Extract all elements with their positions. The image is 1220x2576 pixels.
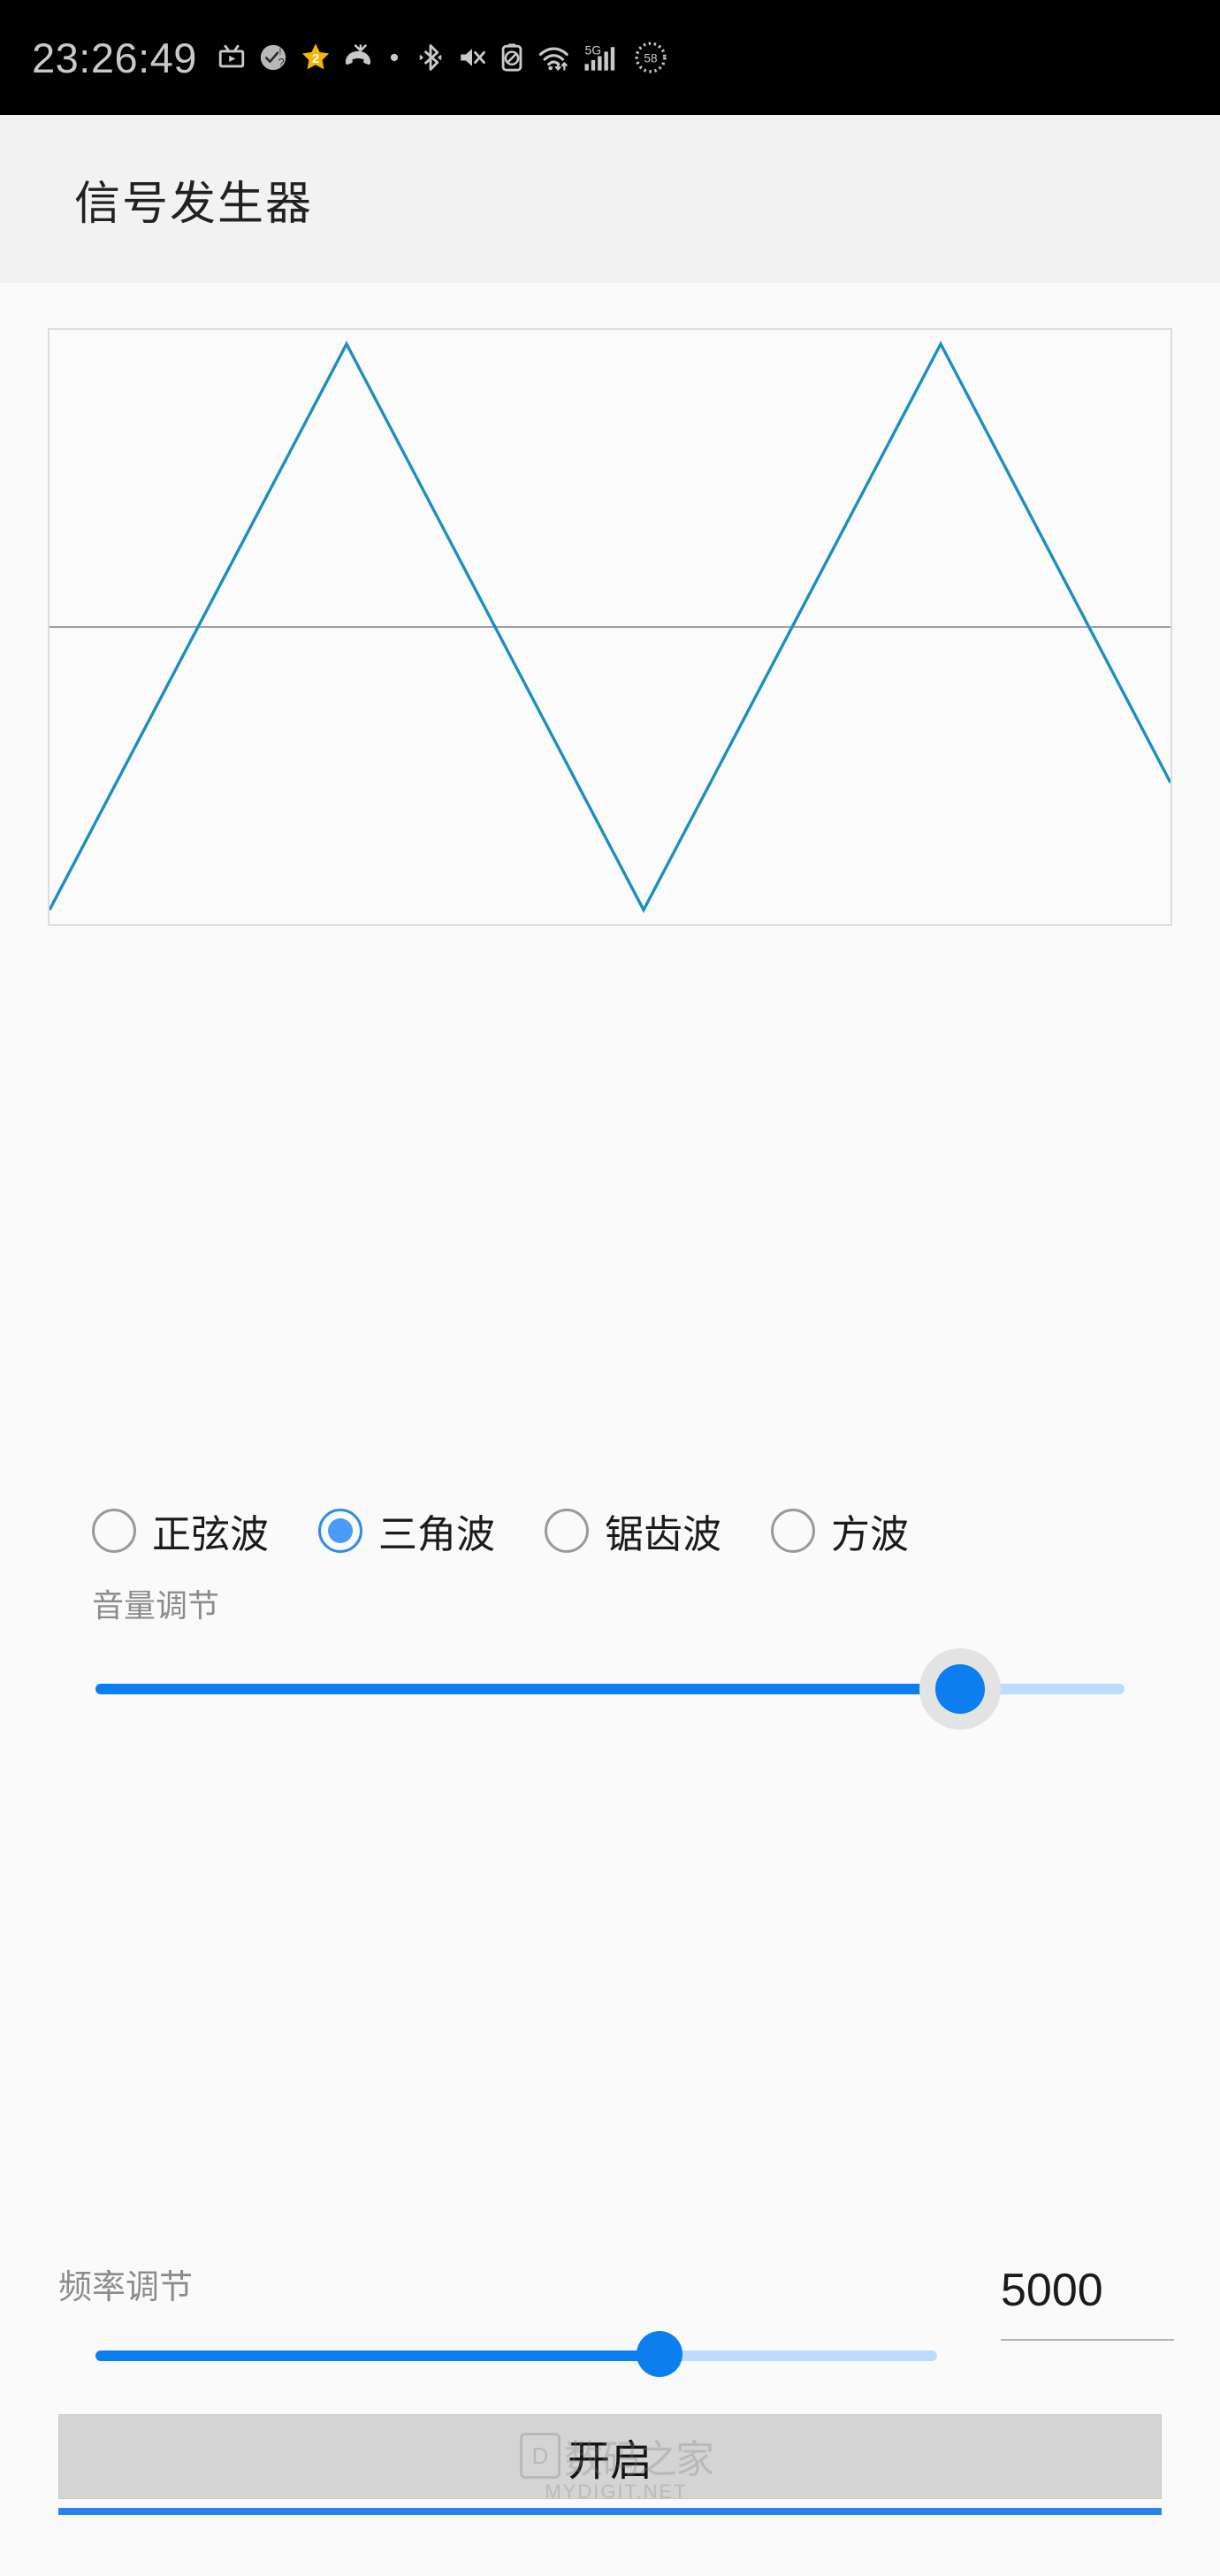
frequency-slider-fill (95, 2351, 660, 2361)
status-bar-icons: ! ? 2 5G 58 (217, 41, 667, 74)
tv-cast-icon (217, 42, 247, 73)
volume-slider[interactable] (0, 1632, 1220, 1747)
signal-5g-icon: 5G (583, 42, 622, 73)
svg-text:58: 58 (644, 52, 657, 65)
volume-slider-fill (95, 1684, 960, 1694)
frequency-label: 频率调节 (58, 2269, 194, 2306)
task-check-icon: ! ? (258, 42, 288, 73)
battery-saver-icon (499, 42, 525, 73)
page-title: 信号发生器 (74, 178, 314, 230)
frequency-slider[interactable] (0, 2317, 1220, 2396)
frequency-value: 5000 (1001, 2265, 1103, 2316)
volume-label: 音量调节 (92, 1587, 220, 1624)
radio-option-triangle[interactable]: 三角波 (318, 1502, 495, 1559)
missed-call-icon (343, 42, 373, 73)
start-button[interactable]: 开启 (58, 2414, 1162, 2499)
radio-circle-icon (771, 1509, 815, 1553)
radio-label: 锯齿波 (605, 1513, 721, 1556)
wifi-icon (537, 42, 572, 73)
radio-option-square[interactable]: 方波 (771, 1502, 909, 1559)
svg-text:?: ? (278, 56, 285, 69)
waveform-chart (48, 328, 1172, 926)
radio-option-sawtooth[interactable]: 锯齿波 (545, 1502, 721, 1559)
volume-slider-thumb[interactable] (934, 1664, 985, 1714)
frequency-slider-thumb[interactable] (636, 2331, 682, 2377)
start-button-label: 开启 (567, 2438, 652, 2485)
waveform-radio-group: 正弦波 三角波 锯齿波 方波 (0, 1493, 1220, 1569)
radio-circle-icon (318, 1509, 362, 1553)
waveform-chart-svg (50, 330, 1170, 924)
dot-icon (385, 48, 404, 67)
svg-text:2: 2 (312, 51, 319, 66)
bottom-accent-bar (58, 2508, 1162, 2515)
status-bar: 23:26:49 ! ? 2 5G 58 (0, 0, 1220, 115)
star-badge-icon: 2 (300, 42, 332, 73)
bluetooth-icon (416, 42, 446, 73)
volume-mute-icon (457, 42, 487, 73)
radio-circle-icon (545, 1509, 589, 1553)
radio-label: 方波 (831, 1513, 909, 1556)
radio-option-sine[interactable]: 正弦波 (92, 1502, 269, 1559)
svg-text:5G: 5G (584, 42, 601, 57)
battery-percent-icon: 58 (634, 41, 667, 74)
radio-circle-icon (92, 1509, 136, 1553)
radio-label: 正弦波 (152, 1513, 269, 1556)
radio-label: 三角波 (378, 1513, 495, 1556)
app-bar: 信号发生器 (0, 115, 1220, 283)
status-bar-clock: 23:26:49 (32, 34, 197, 81)
